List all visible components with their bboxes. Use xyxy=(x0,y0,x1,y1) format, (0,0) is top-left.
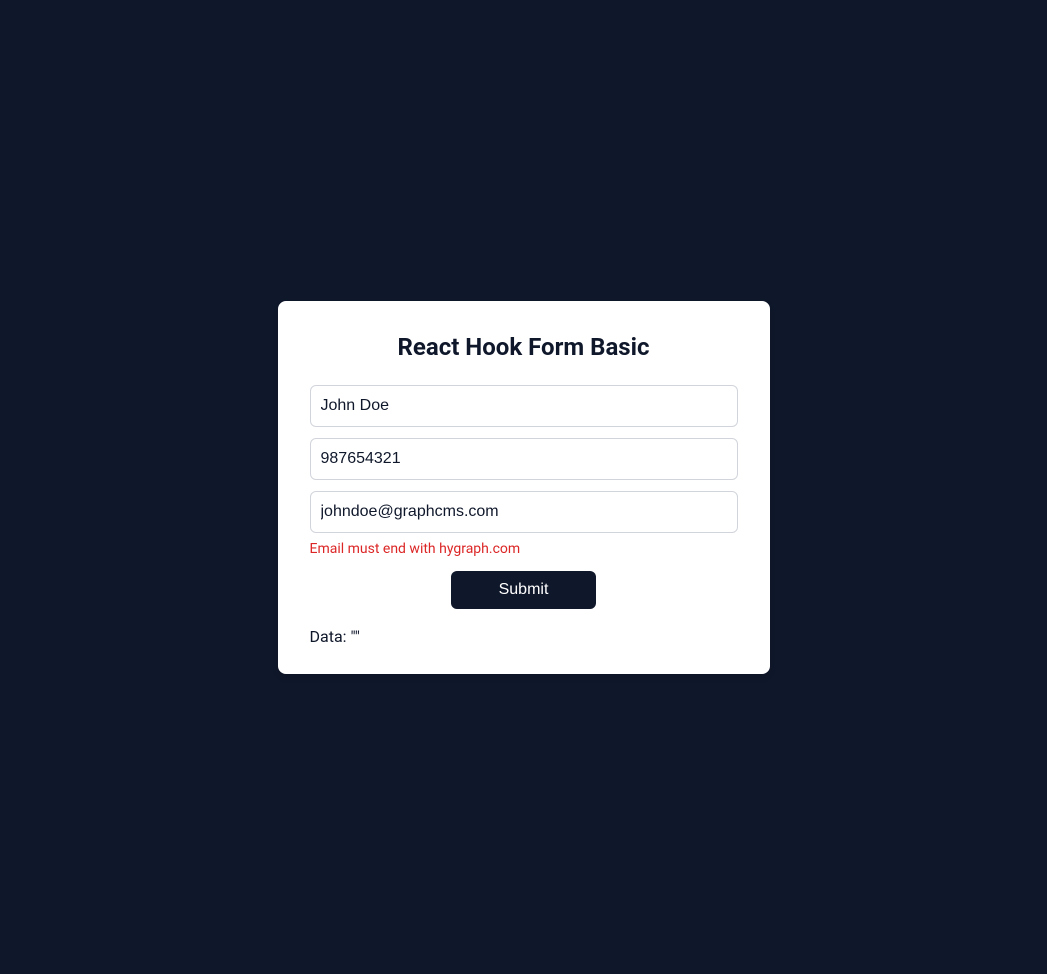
phone-input[interactable] xyxy=(310,438,738,480)
submit-button[interactable]: Submit xyxy=(451,571,597,609)
page-title: React Hook Form Basic xyxy=(310,333,738,361)
data-output: Data: "" xyxy=(310,627,738,646)
form-container: Email must end with hygraph.com Submit xyxy=(310,385,738,609)
form-card: React Hook Form Basic Email must end wit… xyxy=(278,301,770,674)
email-input[interactable] xyxy=(310,491,738,533)
error-message: Email must end with hygraph.com xyxy=(310,541,738,557)
name-input[interactable] xyxy=(310,385,738,427)
